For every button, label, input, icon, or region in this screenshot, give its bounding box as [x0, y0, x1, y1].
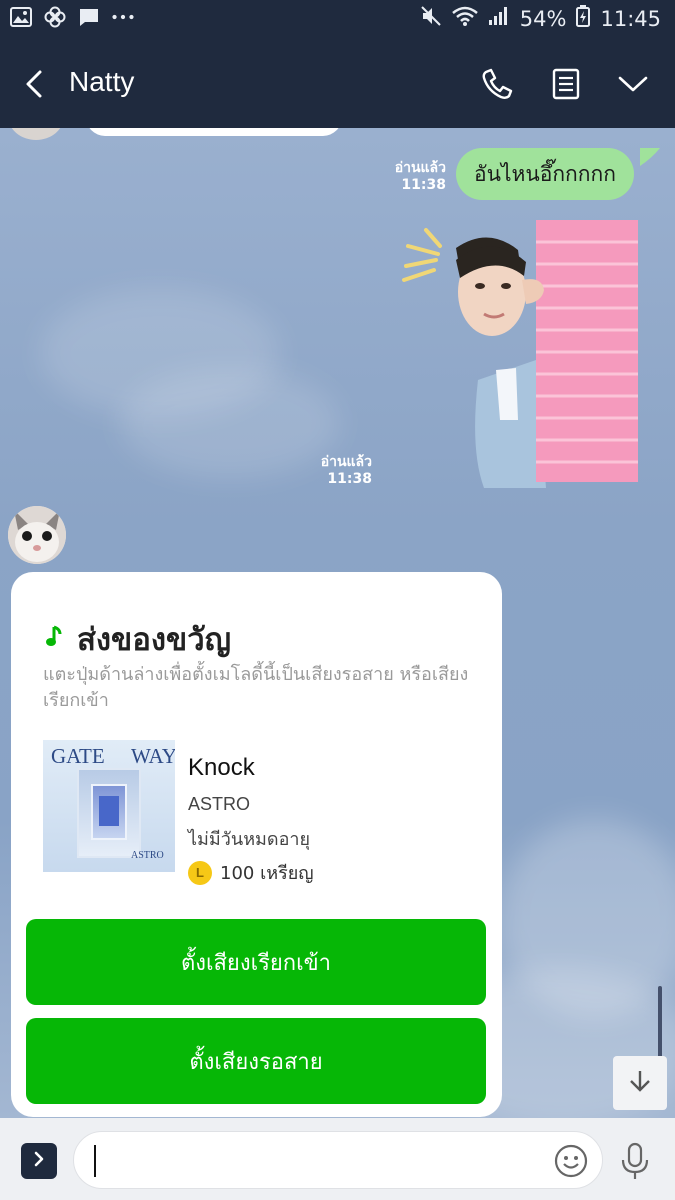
gift-heading: ส่งของขวัญ: [45, 614, 231, 664]
text-cursor: [94, 1145, 96, 1177]
coin-icon: L: [188, 860, 212, 885]
phone-icon[interactable]: [476, 64, 516, 104]
song-title: Knock: [188, 754, 255, 781]
sticker-image[interactable]: [396, 220, 646, 488]
scroll-down-button[interactable]: [613, 1056, 667, 1110]
notification-icons: [10, 6, 134, 28]
battery-percent: 54%: [519, 6, 567, 31]
bubble-tail: [640, 148, 660, 166]
system-indicators: 54% 11:45: [420, 5, 661, 32]
music-note-icon: [45, 625, 63, 653]
set-ringback-button[interactable]: ตั้งเสียงรอสาย: [26, 1018, 486, 1104]
gift-description: แตะปุ่มด้านล่างเพื่อตั้งเมโลดี้นี้เป็นเส…: [43, 664, 469, 711]
read-label: อ่านแล้ว: [320, 454, 372, 470]
read-label: อ่านแล้ว: [394, 160, 446, 176]
set-ringtone-button[interactable]: ตั้งเสียงเรียกเข้า: [26, 919, 486, 1005]
message-time: 11:38: [401, 177, 446, 193]
gallery-icon: [10, 6, 32, 28]
album-cover: GATE WAY ASTRO: [43, 740, 175, 872]
price-label: 100 เหรียญ: [220, 863, 314, 884]
wifi-icon: [451, 6, 478, 31]
album-cover-text: WAY: [131, 744, 175, 768]
expiry-text: ไม่มีวันหมดอายุ: [188, 829, 311, 850]
chevron-right-icon: [31, 1150, 47, 1172]
message-meta: อ่านแล้ว 11:38: [298, 454, 372, 488]
more-dots-icon: [112, 6, 134, 28]
pinwheel-icon: [44, 6, 66, 28]
album-cover-text: GATE: [51, 744, 105, 768]
gift-card: ส่งของขวัญ แตะปุ่มด้านล่างเพื่อตั้งเมโลด…: [11, 572, 502, 1117]
album-cover-artist: ASTRO: [131, 850, 164, 861]
artist-name: ASTRO: [188, 794, 251, 814]
emoji-icon[interactable]: [554, 1144, 588, 1178]
mute-icon: [420, 5, 442, 32]
chat-title: Natty: [69, 66, 135, 97]
message-bubble[interactable]: [86, 128, 342, 136]
price: L 100 เหรียญ: [188, 858, 314, 887]
gift-title: ส่งของขวัญ: [77, 622, 232, 658]
mic-icon[interactable]: [618, 1142, 652, 1180]
scrollbar-thumb[interactable]: [658, 986, 662, 1058]
message-time: 11:38: [327, 471, 372, 487]
battery-icon: [576, 5, 591, 32]
avatar[interactable]: [8, 128, 64, 140]
message-meta: อ่านแล้ว 11:38: [372, 160, 446, 194]
arrow-down-icon: [626, 1067, 654, 1099]
input-bar: [0, 1118, 675, 1200]
chat-header: Natty: [0, 40, 675, 128]
status-bar: 54% 11:45: [0, 0, 675, 40]
expand-menu-button[interactable]: [21, 1143, 57, 1179]
sent-message-bubble[interactable]: อันไหนอึ๊กกกกก: [456, 148, 634, 200]
chat-area[interactable]: อ่านแล้ว 11:38 อันไหนอึ๊กกกกก อ่านแล้ว 1: [0, 128, 675, 1118]
cat-avatar[interactable]: [8, 506, 66, 564]
message-input[interactable]: [73, 1131, 603, 1189]
message-icon: [78, 6, 100, 28]
signal-icon: [488, 6, 510, 31]
chevron-down-icon[interactable]: [613, 64, 653, 104]
album-door: [99, 796, 119, 826]
clock: 11:45: [600, 6, 661, 31]
back-arrow-icon[interactable]: [18, 64, 58, 104]
notes-icon[interactable]: [546, 64, 586, 104]
